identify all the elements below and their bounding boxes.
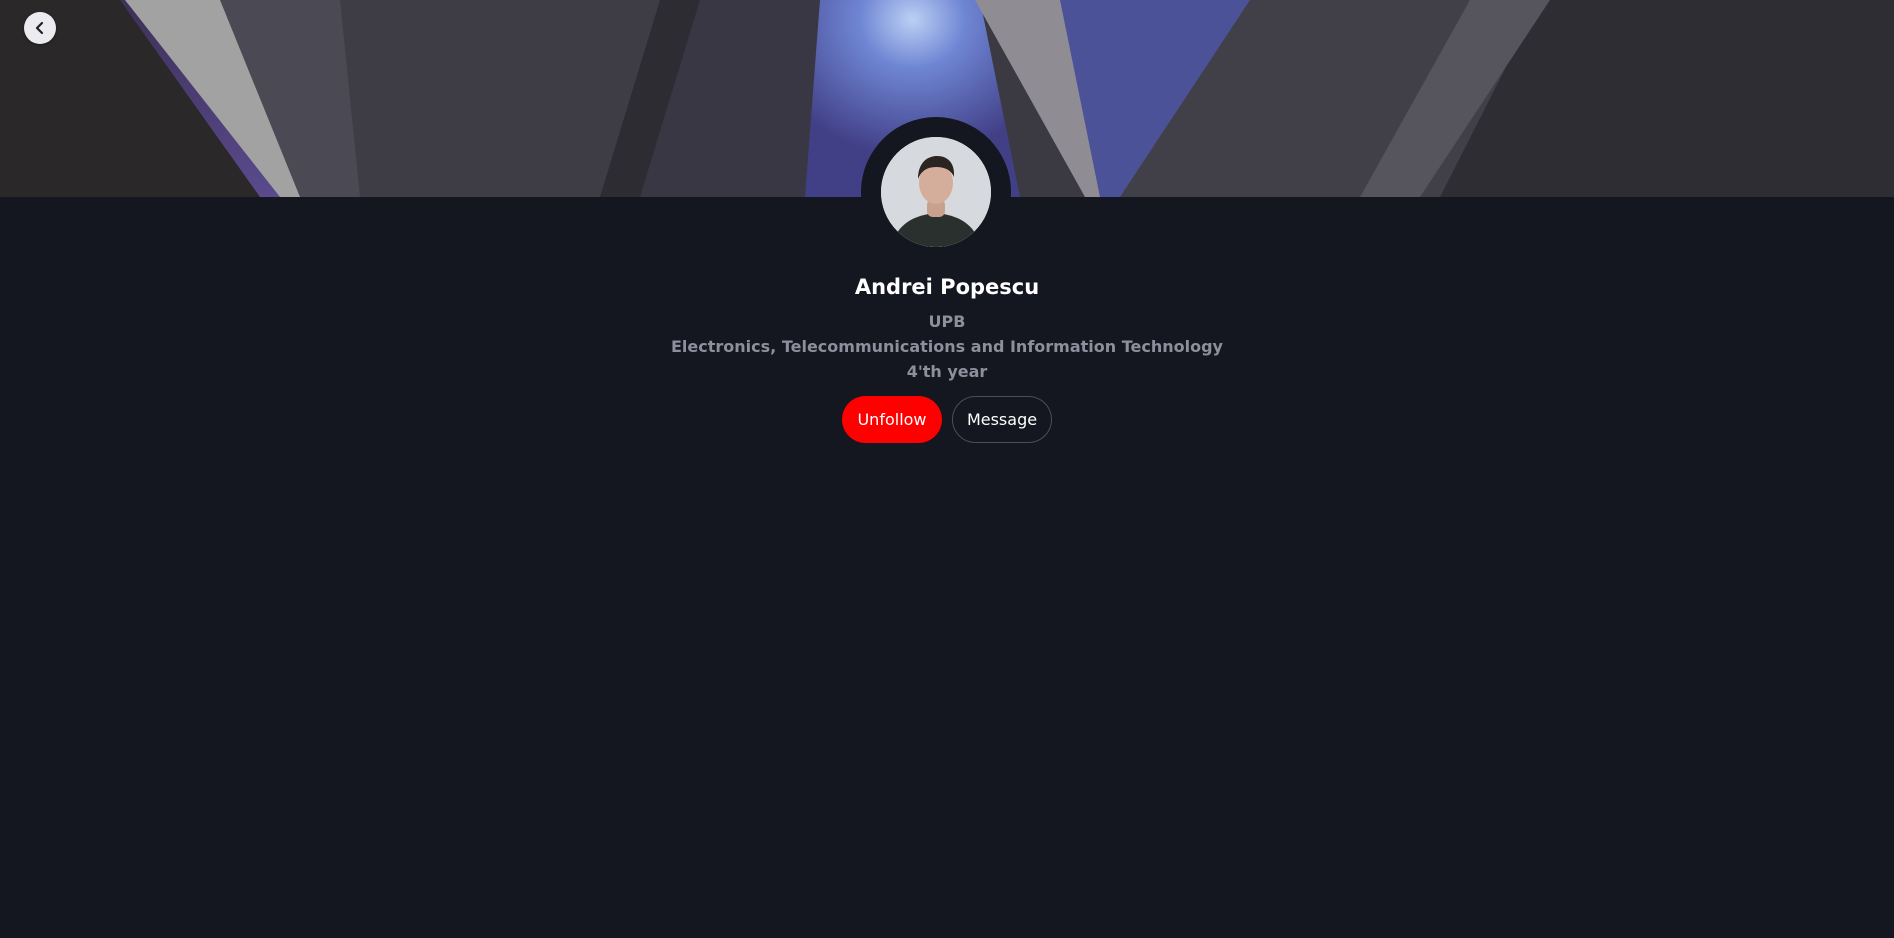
profile-actions: Unfollow Message <box>0 396 1894 443</box>
avatar-ring <box>861 117 1011 267</box>
profile-university: UPB <box>928 312 966 331</box>
unfollow-button[interactable]: Unfollow <box>842 396 942 443</box>
profile-info: Andrei Popescu UPB Electronics, Telecomm… <box>0 270 1894 384</box>
profile-page: Andrei Popescu UPB Electronics, Telecomm… <box>0 0 1894 938</box>
profile-year: 4'th year <box>906 362 988 381</box>
profile-faculty: Electronics, Telecommunications and Info… <box>671 337 1223 356</box>
back-button[interactable] <box>24 12 56 44</box>
message-button[interactable]: Message <box>952 396 1052 443</box>
avatar[interactable] <box>881 137 991 247</box>
profile-name: Andrei Popescu <box>854 275 1040 299</box>
chevron-left-icon <box>33 21 47 35</box>
